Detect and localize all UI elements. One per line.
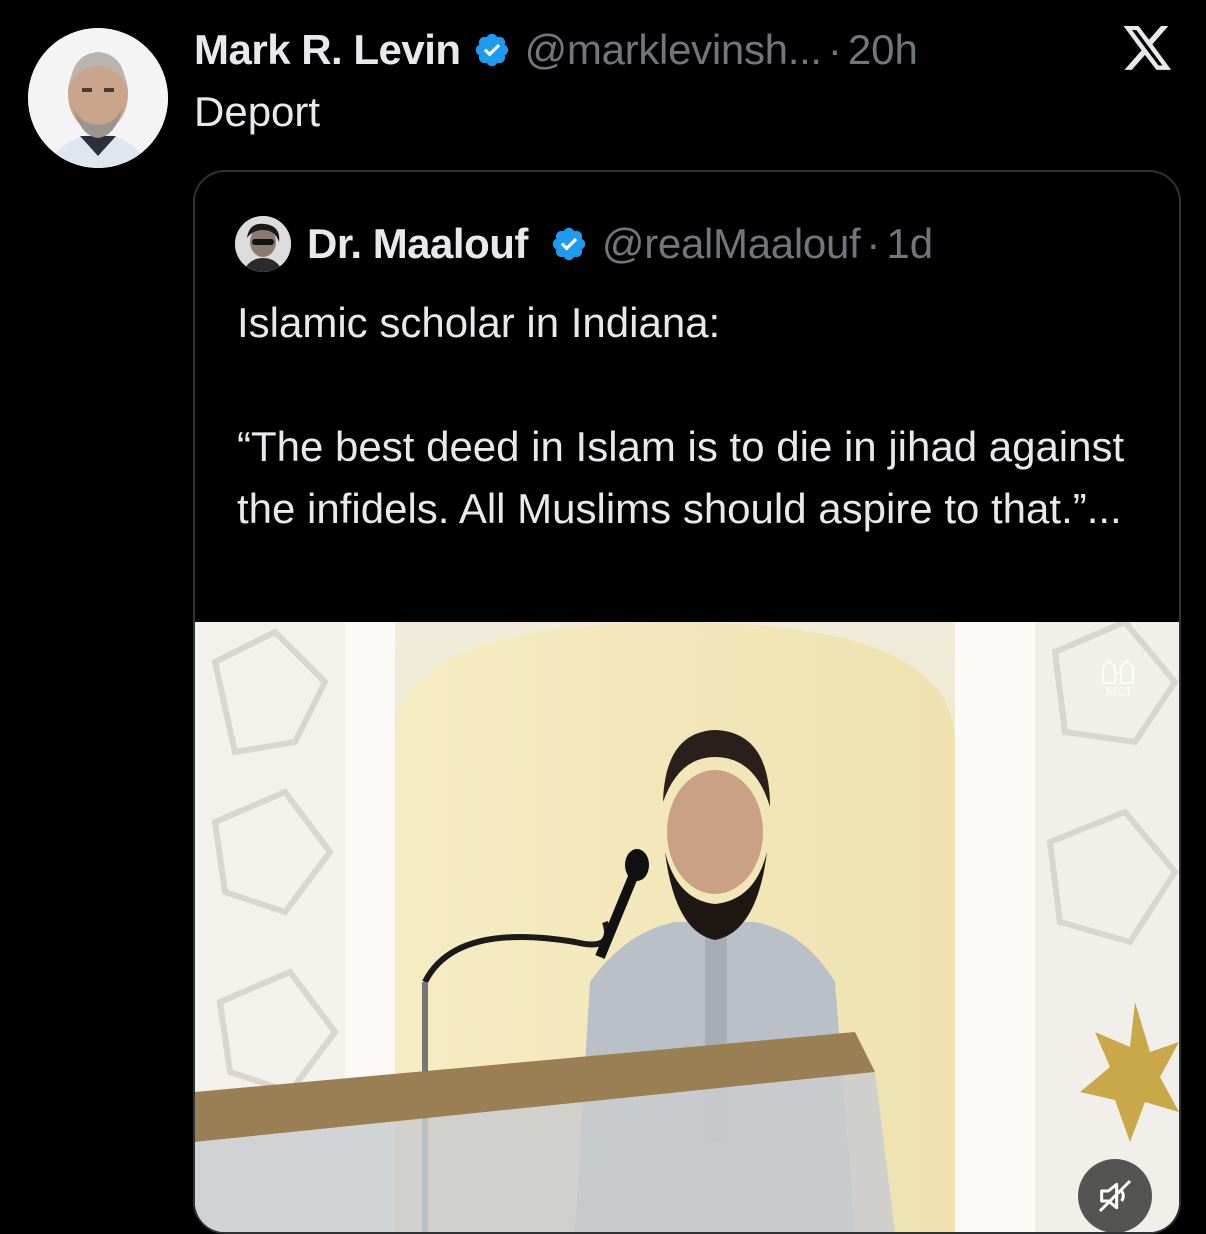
quoted-post-card[interactable]: Dr. Maalouf @realMaalouf · 1d Islamic sc… <box>193 170 1181 1234</box>
separator-dot: · <box>866 220 881 267</box>
author-avatar-image <box>28 28 168 168</box>
verified-badge-icon <box>550 225 588 263</box>
quoted-post-header: Dr. Maalouf @realMaalouf · 1d <box>235 216 933 272</box>
verified-badge-icon <box>473 31 511 69</box>
watermark-label: MCI <box>1104 685 1132 699</box>
video-player[interactable]: MCI <box>195 622 1179 1232</box>
post-header: Mark R. Levin @marklevinsh... · 20h <box>194 22 918 78</box>
mute-toggle-button[interactable] <box>1078 1159 1152 1232</box>
quoted-post-text: Islamic scholar in Indiana: “The best de… <box>237 299 1125 532</box>
quoted-post-timestamp[interactable]: 1d <box>886 220 933 268</box>
post-text: Deport <box>194 88 321 135</box>
author-handle[interactable]: @marklevinsh... <box>525 26 823 74</box>
video-frame <box>195 622 1179 1232</box>
quoted-author-name[interactable]: Dr. Maalouf <box>307 220 528 268</box>
separator-dot: · <box>827 26 842 73</box>
x-logo-icon <box>1122 26 1174 72</box>
post-timestamp[interactable]: 20h <box>848 26 918 74</box>
volume-muted-icon <box>1095 1176 1135 1216</box>
author-avatar[interactable] <box>28 28 168 168</box>
quoted-author-avatar[interactable] <box>235 216 291 272</box>
author-name[interactable]: Mark R. Levin <box>194 26 461 74</box>
video-watermark: MCI <box>1097 657 1139 702</box>
quoted-author-handle[interactable]: @realMaalouf <box>602 220 861 268</box>
